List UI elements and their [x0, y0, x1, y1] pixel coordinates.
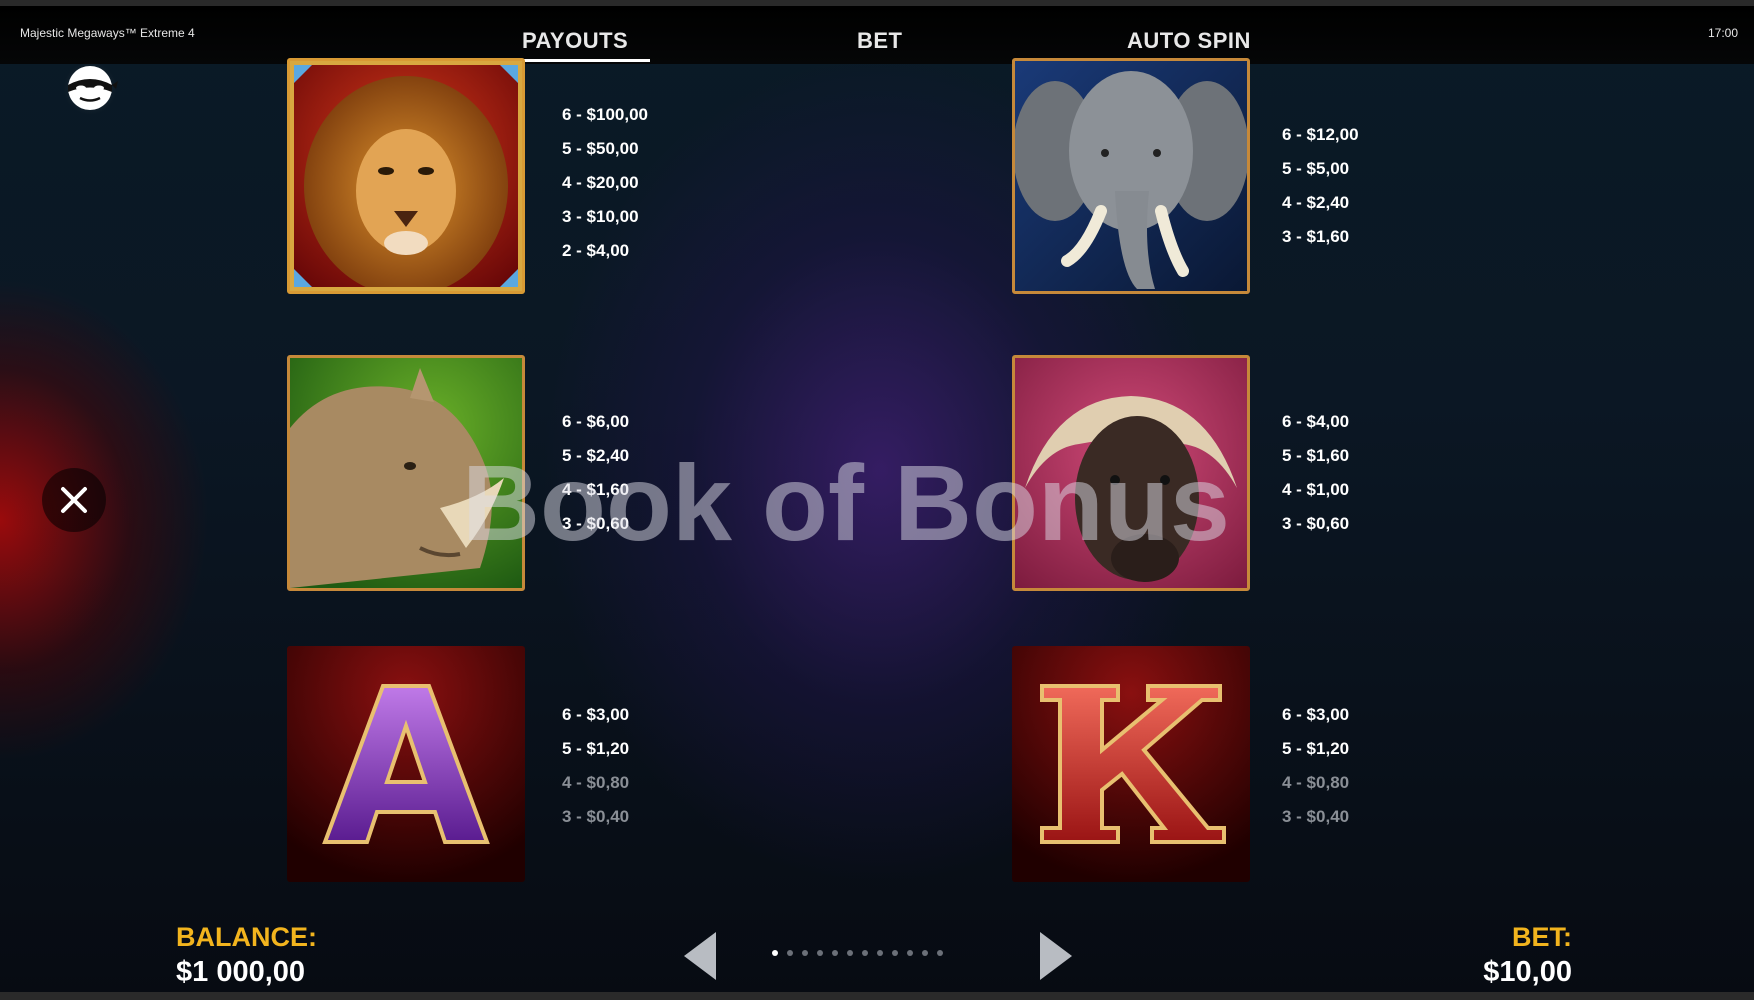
- elephant-payouts: 6 - $12,00 5 - $5,00 4 - $2,40 3 - $1,60: [1282, 118, 1359, 254]
- payout-line: 3 - $0,40: [1282, 807, 1350, 826]
- payout-line: 4 - $20,00: [562, 173, 639, 192]
- page-indicator: [772, 950, 943, 956]
- payout-line: 5 - $1,20: [1282, 739, 1350, 758]
- payout-line: 5 - $5,00: [1282, 159, 1350, 178]
- buffalo-payouts: 6 - $4,00 5 - $1,60 4 - $1,00 3 - $0,60: [1282, 405, 1349, 541]
- elephant-symbol: [1012, 58, 1250, 294]
- payout-line: 4 - $2,40: [1282, 193, 1350, 212]
- payout-line: 6 - $4,00: [1282, 412, 1350, 431]
- ace-symbol: [287, 646, 525, 882]
- payout-line: 4 - $0,80: [562, 773, 630, 792]
- balance-label: BALANCE:: [176, 922, 317, 952]
- page-dot[interactable]: [892, 950, 898, 956]
- payout-line: 2 - $4,00: [562, 241, 630, 260]
- lion-payouts: 6 - $100,00 5 - $50,00 4 - $20,00 3 - $1…: [562, 98, 648, 268]
- page-dot[interactable]: [922, 950, 928, 956]
- payout-line: 6 - $3,00: [562, 705, 630, 724]
- watermark: Book of Bonus: [462, 442, 1230, 563]
- payout-line: 3 - $0,60: [1282, 514, 1350, 533]
- bottom-strip: [0, 992, 1754, 1000]
- payout-line: 4 - $0,80: [1282, 773, 1350, 792]
- next-page-button[interactable]: [1036, 930, 1076, 982]
- payout-line: 3 - $1,60: [1282, 227, 1350, 246]
- arrow-right-icon: [1040, 932, 1072, 980]
- page-dot[interactable]: [832, 950, 838, 956]
- page-dot[interactable]: [772, 950, 778, 956]
- payout-line: 4 - $1,00: [1282, 480, 1350, 499]
- balance-value: $1 000,00: [176, 956, 306, 988]
- payout-line: 6 - $3,00: [1282, 705, 1350, 724]
- payout-line: 5 - $50,00: [562, 139, 639, 158]
- close-icon: [61, 487, 87, 513]
- page-dot[interactable]: [817, 950, 823, 956]
- page-dot[interactable]: [862, 950, 868, 956]
- payout-line: 6 - $12,00: [1282, 125, 1359, 144]
- page-dot[interactable]: [847, 950, 853, 956]
- ace-payouts: 6 - $3,00 5 - $1,20 4 - $0,80 3 - $0,40: [562, 698, 629, 834]
- bet-value: $10,00: [1483, 956, 1572, 988]
- paytable-screen: Majestic Megaways™ Extreme 4 PAYOUTS BET…: [0, 0, 1754, 1000]
- page-dot[interactable]: [937, 950, 943, 956]
- masked-face-icon: [62, 62, 118, 114]
- king-symbol: [1012, 646, 1250, 882]
- close-button[interactable]: [42, 468, 106, 532]
- page-dot[interactable]: [877, 950, 883, 956]
- page-dot[interactable]: [907, 950, 913, 956]
- king-payouts: 6 - $3,00 5 - $1,20 4 - $0,80 3 - $0,40: [1282, 698, 1349, 834]
- payout-line: 5 - $1,60: [1282, 446, 1350, 465]
- top-bar: Majestic Megaways™ Extreme 4 PAYOUTS BET…: [0, 0, 1754, 64]
- tab-bet[interactable]: BET: [857, 28, 903, 54]
- page-dot[interactable]: [802, 950, 808, 956]
- prev-page-button[interactable]: [680, 930, 720, 982]
- game-title: Majestic Megaways™ Extreme 4: [20, 26, 195, 40]
- page-dot[interactable]: [787, 950, 793, 956]
- arrow-left-icon: [684, 932, 716, 980]
- lion-symbol: [287, 58, 525, 294]
- payout-line: 6 - $100,00: [562, 105, 649, 124]
- tab-auto-spin[interactable]: AUTO SPIN: [1127, 28, 1251, 54]
- clock: 17:00: [1707, 26, 1738, 40]
- payout-line: 3 - $0,40: [562, 807, 630, 826]
- bet-label: BET:: [1512, 922, 1572, 952]
- payout-line: 3 - $10,00: [562, 207, 639, 226]
- tab-payouts[interactable]: PAYOUTS: [499, 28, 651, 62]
- payout-line: 5 - $1,20: [562, 739, 630, 758]
- payout-line: 6 - $6,00: [562, 412, 630, 431]
